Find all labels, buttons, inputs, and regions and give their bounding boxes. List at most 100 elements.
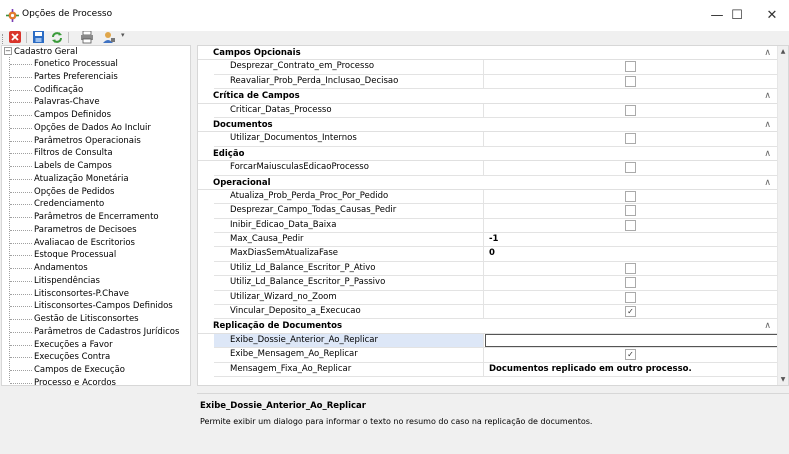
tree-item[interactable]: Execuções Contra: [2, 351, 179, 364]
property-value[interactable]: [485, 60, 779, 73]
tree-item[interactable]: Parametros de Decisoes: [2, 224, 179, 237]
checkbox[interactable]: [625, 61, 636, 73]
checkbox[interactable]: [625, 190, 636, 202]
checkbox[interactable]: [625, 205, 636, 217]
category-header[interactable]: Documentos ∧: [198, 117, 779, 133]
tree-item[interactable]: Opções de Pedidos: [2, 186, 179, 199]
category-header[interactable]: Replicação de Documentos ∧: [198, 319, 779, 334]
property-value[interactable]: [485, 219, 779, 232]
checkbox-checked[interactable]: ✓: [625, 306, 636, 318]
tree-item[interactable]: Fonetico Processual: [2, 58, 179, 71]
tree-item[interactable]: Partes Preferenciais: [2, 71, 179, 84]
property-value[interactable]: [485, 190, 779, 203]
tree-item[interactable]: Litispendências: [2, 275, 179, 288]
property-name: Desprezar_Contrato_em_Processo: [214, 60, 484, 74]
tree-item[interactable]: Parâmetros de Encerramento: [2, 211, 179, 224]
cancel-icon[interactable]: [8, 31, 22, 44]
property-row[interactable]: Exibe_Dossie_Anterior_Ao_Replicar: [198, 333, 779, 349]
property-row[interactable]: Atualiza_Prob_Perda_Proc_Por_Pedido: [198, 189, 779, 205]
category-header[interactable]: Operacional ∧: [198, 175, 779, 190]
property-value[interactable]: ✓: [485, 305, 779, 318]
property-value[interactable]: [485, 75, 779, 88]
property-row[interactable]: Reavaliar_Prob_Perda_Inclusao_Decisao: [198, 74, 779, 90]
collapse-chevron-icon[interactable]: ∧: [764, 89, 771, 103]
collapse-chevron-icon[interactable]: ∧: [764, 46, 771, 60]
tree-item[interactable]: Litisconsortes-Campos Definidos: [2, 300, 179, 313]
tree-item[interactable]: Parâmetros Operacionais: [2, 135, 179, 148]
checkbox[interactable]: [625, 133, 636, 145]
category-header[interactable]: Crítica de Campos ∧: [198, 89, 779, 104]
tree-item[interactable]: Processo e Acordos: [2, 377, 179, 385]
checkbox[interactable]: [625, 219, 636, 231]
collapse-chevron-icon[interactable]: ∧: [764, 319, 771, 333]
property-value[interactable]: [485, 204, 779, 217]
property-row[interactable]: Desprezar_Campo_Todas_Causas_Pedir: [198, 204, 779, 219]
property-value[interactable]: ✓: [485, 348, 779, 361]
property-value[interactable]: [485, 132, 779, 145]
checkbox-checked[interactable]: ✓: [625, 349, 636, 361]
scroll-down-icon[interactable]: ▼: [778, 374, 788, 385]
user-tools-icon[interactable]: [102, 31, 116, 44]
tree-item[interactable]: Palavras-Chave: [2, 96, 179, 109]
collapse-chevron-icon[interactable]: ∧: [764, 147, 771, 161]
checkbox[interactable]: [625, 162, 636, 174]
maximize-button[interactable]: ☐: [717, 0, 757, 31]
chevron-down-icon[interactable]: ▾: [121, 31, 125, 39]
property-row[interactable]: Utilizar_Wizard_no_Zoom: [198, 290, 779, 306]
property-row[interactable]: Inibir_Edicao_Data_Baixa: [198, 218, 779, 234]
tree-item[interactable]: Opções de Dados Ao Incluir: [2, 122, 179, 135]
close-window-button[interactable]: ✕: [755, 0, 789, 31]
tree-item[interactable]: Andamentos: [2, 262, 179, 275]
collapse-chevron-icon[interactable]: ∧: [764, 118, 771, 132]
checkbox[interactable]: [625, 277, 636, 289]
property-row[interactable]: ForcarMaiusculasEdicaoProcesso: [198, 161, 779, 176]
property-value[interactable]: [485, 104, 779, 117]
property-row[interactable]: MaxDiasSemAtualizaFase 0: [198, 247, 779, 262]
refresh-icon[interactable]: [50, 31, 64, 44]
checkbox[interactable]: [625, 104, 636, 116]
tree-item[interactable]: Campos Definidos: [2, 109, 179, 122]
property-row[interactable]: Utiliz_Ld_Balance_Escritor_P_Ativo: [198, 261, 779, 277]
property-row[interactable]: Desprezar_Contrato_em_Processo: [198, 60, 779, 75]
scroll-up-icon[interactable]: ▲: [778, 46, 788, 57]
property-row[interactable]: Exibe_Mensagem_Ao_Replicar ✓: [198, 348, 779, 363]
property-value[interactable]: [485, 276, 779, 289]
property-value[interactable]: [485, 291, 779, 304]
property-value-text[interactable]: Documentos replicado em outro processo.: [485, 363, 779, 376]
tree-item[interactable]: Execuções a Favor: [2, 339, 179, 352]
print-icon[interactable]: [80, 31, 94, 44]
collapse-chevron-icon[interactable]: ∧: [764, 176, 771, 190]
tree-item[interactable]: Parâmetros de Cadastros Jurídicos: [2, 326, 179, 339]
property-row[interactable]: Utilizar_Documentos_Internos: [198, 132, 779, 147]
tree-item[interactable]: Avaliacao de Escritorios: [2, 237, 179, 250]
tree-root-cadastro-geral[interactable]: − Cadastro Geral: [4, 47, 78, 58]
property-grid-scrollbar[interactable]: ▲ ▼: [777, 46, 788, 385]
property-value-text[interactable]: 0: [485, 247, 779, 260]
property-value-text[interactable]: -1: [485, 233, 779, 246]
property-row[interactable]: Criticar_Datas_Processo: [198, 103, 779, 118]
property-row[interactable]: Max_Causa_Pedir -1: [198, 233, 779, 248]
collapse-icon[interactable]: −: [4, 47, 12, 55]
property-row[interactable]: Vincular_Deposito_a_Execucao ✓: [198, 305, 779, 320]
tree-item[interactable]: Gestão de Litisconsortes: [2, 313, 179, 326]
property-value[interactable]: [485, 161, 779, 174]
tree-item[interactable]: Litisconsortes-P.Chave: [2, 288, 179, 301]
toolbar-grip: [2, 34, 4, 44]
property-row[interactable]: Utiliz_Ld_Balance_Escritor_P_Passivo: [198, 276, 779, 291]
checkbox[interactable]: [625, 262, 636, 274]
category-header[interactable]: Edição ∧: [198, 146, 779, 162]
tree-item[interactable]: Atualização Monetária: [2, 173, 179, 186]
checkbox[interactable]: [625, 75, 636, 87]
checkbox[interactable]: [625, 291, 636, 303]
property-row[interactable]: Mensagem_Fixa_Ao_Replicar Documentos repl…: [198, 362, 779, 377]
tree-item[interactable]: Credenciamento: [2, 198, 179, 211]
category-header[interactable]: Campos Opcionais ∧: [198, 46, 779, 61]
tree-item[interactable]: Campos de Execução: [2, 364, 179, 377]
property-value[interactable]: [485, 262, 779, 275]
save-icon[interactable]: [32, 31, 46, 44]
tree-item[interactable]: Labels de Campos: [2, 160, 179, 173]
tree-item[interactable]: Estoque Processual: [2, 249, 179, 262]
tree-item[interactable]: Filtros de Consulta: [2, 147, 179, 160]
tree-item[interactable]: Codificação: [2, 84, 179, 97]
property-value-text[interactable]: [485, 333, 779, 348]
